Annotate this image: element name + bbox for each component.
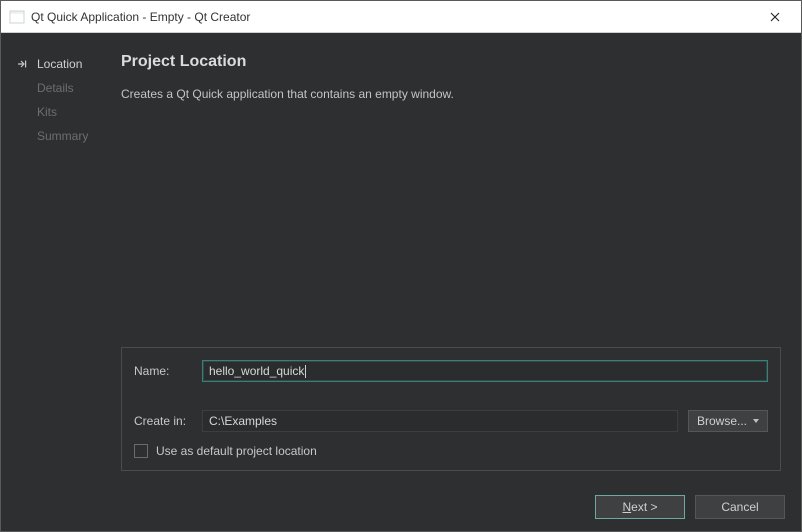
app-icon	[9, 9, 25, 25]
name-label: Name:	[134, 364, 192, 378]
page-title: Project Location	[121, 53, 781, 71]
text-caret	[305, 365, 306, 378]
name-input-value: hello_world_quick	[209, 364, 304, 378]
close-button[interactable]	[753, 2, 797, 32]
create-in-label: Create in:	[134, 414, 192, 428]
step-kits: Kits	[17, 103, 113, 127]
wizard-page: Project Location Creates a Qt Quick appl…	[121, 53, 785, 483]
step-label: Kits	[37, 105, 57, 119]
dialog-body: Location Details Kits Summary Project Lo…	[1, 33, 801, 483]
create-in-input[interactable]	[202, 410, 678, 432]
step-summary: Summary	[17, 127, 113, 151]
chevron-down-icon	[753, 419, 759, 423]
page-description: Creates a Qt Quick application that cont…	[121, 87, 781, 101]
dialog-window: Qt Quick Application - Empty - Qt Creato…	[0, 0, 802, 532]
browse-label: Browse...	[697, 414, 747, 428]
dialog-footer: Next > Cancel	[1, 483, 801, 531]
next-button[interactable]: Next >	[595, 495, 685, 519]
step-label: Details	[37, 81, 74, 95]
step-arrow-icon	[17, 58, 31, 70]
form-group: Name: hello_world_quick Create in: Brows…	[121, 347, 781, 471]
step-location: Location	[17, 55, 113, 79]
default-location-checkbox[interactable]	[134, 444, 148, 458]
titlebar: Qt Quick Application - Empty - Qt Creato…	[1, 1, 801, 33]
close-icon	[770, 12, 780, 22]
next-rest: ext >	[631, 500, 657, 514]
next-mnemonic: N	[622, 500, 631, 514]
row-default-location: Use as default project location	[134, 444, 768, 458]
browse-button[interactable]: Browse...	[688, 410, 768, 432]
step-details: Details	[17, 79, 113, 103]
cancel-button[interactable]: Cancel	[695, 495, 785, 519]
row-name: Name: hello_world_quick	[134, 360, 768, 382]
spacer	[121, 117, 781, 347]
dialog-content: Location Details Kits Summary Project Lo…	[1, 33, 801, 531]
name-input[interactable]: hello_world_quick	[202, 360, 768, 382]
default-location-label: Use as default project location	[156, 444, 317, 458]
step-label: Summary	[37, 129, 88, 143]
row-create-in: Create in: Browse...	[134, 410, 768, 432]
wizard-steps: Location Details Kits Summary	[17, 53, 113, 483]
cancel-label: Cancel	[721, 500, 758, 514]
step-label: Location	[37, 57, 82, 71]
window-title: Qt Quick Application - Empty - Qt Creato…	[31, 10, 753, 24]
